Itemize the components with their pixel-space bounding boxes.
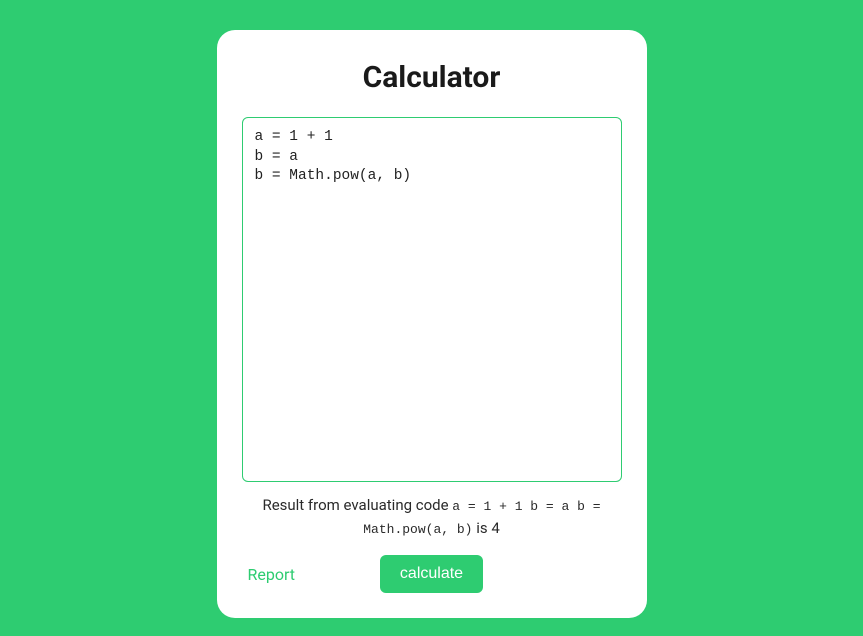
result-text: Result from evaluating code a = 1 + 1 b … [242,494,622,539]
calculate-button[interactable]: calculate [380,555,483,593]
result-value: 4 [491,519,499,537]
result-prefix: Result from evaluating code [262,496,452,514]
report-link[interactable]: Report [248,565,296,584]
code-input[interactable] [242,117,622,482]
page-title: Calculator [363,60,501,95]
actions-row: Report calculate [242,555,622,593]
result-middle: is [472,519,491,537]
calculator-card: Calculator Result from evaluating code a… [217,30,647,618]
